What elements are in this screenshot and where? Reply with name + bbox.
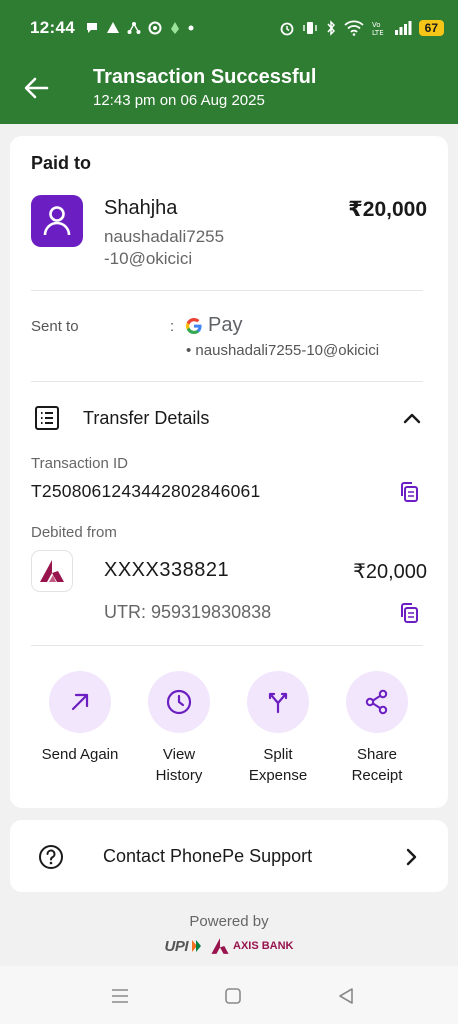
upi-arrow-icon [192, 940, 201, 952]
sent-to-label: Sent to [31, 318, 79, 335]
bluetooth-icon [327, 20, 335, 36]
arrow-up-right-icon [71, 693, 89, 711]
volte-icon: VoLTE [372, 21, 384, 36]
vibrate-icon [302, 22, 317, 34]
contact-support-label[interactable]: Contact PhonePe Support [103, 846, 312, 867]
utr-number: UTR: 959319830838 [104, 602, 272, 622]
help-circle-icon [39, 845, 63, 869]
copy-icon[interactable] [399, 481, 419, 503]
upi-logo: UPI [164, 938, 202, 955]
back-nav-icon[interactable] [336, 986, 356, 1006]
battery-icon: 67 [418, 20, 444, 36]
share-receipt-circle[interactable] [346, 671, 408, 733]
view-history-circle[interactable] [148, 671, 210, 733]
user-icon [43, 206, 71, 236]
axis-bank-text: AXIS BANK [233, 940, 294, 952]
split-expense-label: Split Expense [248, 746, 308, 784]
split-expense-circle[interactable] [247, 671, 309, 733]
send-again-label: Send Again [41, 746, 119, 763]
chat-icon [86, 23, 97, 33]
signal-icon [394, 21, 412, 35]
payee-name: Shahjha [104, 197, 178, 219]
copy-icon[interactable] [399, 602, 419, 624]
debit-account-number: XXXX338821 [104, 559, 230, 581]
share-receipt-label: Share Receipt [351, 746, 403, 784]
svg-text:Vo: Vo [372, 21, 381, 29]
view-history-label: View History [155, 746, 203, 784]
transfer-details-title[interactable]: Transfer Details [83, 408, 209, 429]
powered-by-label: Powered by [189, 913, 269, 930]
back-arrow-icon[interactable] [22, 74, 50, 102]
system-nav-bar [0, 966, 458, 1024]
chevron-up-icon[interactable] [402, 409, 422, 427]
view-history-button[interactable]: View History [129, 671, 229, 786]
share-receipt-button[interactable]: Share Receipt [327, 671, 427, 786]
gpay-logo: Pay [184, 314, 242, 337]
transaction-timestamp: 12:43 pm on 06 Aug 2025 [93, 92, 265, 109]
axis-bank-icon [211, 938, 229, 954]
clock-icon [166, 689, 192, 715]
divider [31, 290, 423, 291]
partner-logos: UPI AXIS BANK [0, 937, 458, 955]
send-again-circle[interactable] [49, 671, 111, 733]
split-icon [268, 692, 288, 714]
paid-to-heading: Paid to [31, 153, 92, 173]
divider [31, 381, 423, 382]
network-app-icon [127, 22, 141, 34]
chevron-right-icon[interactable] [404, 848, 418, 866]
split-expense-button[interactable]: Split Expense [228, 671, 328, 786]
home-icon[interactable] [223, 986, 243, 1006]
debited-from-label: Debited from [31, 524, 117, 541]
upi-logo-text: UPI [164, 937, 188, 955]
divider [31, 645, 423, 646]
send-again-button[interactable]: Send Again [30, 671, 130, 765]
sent-to-vpa: • naushadali7255-10@okicici [186, 342, 380, 359]
alarm-icon [280, 22, 294, 36]
vpn-icon [170, 22, 179, 34]
contact-support-row[interactable]: Contact PhonePe Support [10, 820, 448, 892]
transaction-card: Paid to Shahjha naushadali7255 -10@okici… [10, 136, 448, 808]
transaction-id-label: Transaction ID [31, 455, 128, 472]
transaction-id-value: T2508061243442802846061 [31, 481, 261, 501]
dot-icon [188, 25, 194, 31]
google-g-icon [185, 317, 202, 334]
system-icons: Vo LTE 67 [279, 20, 444, 36]
action-buttons: Send Again View History Split Expense Sh… [10, 671, 448, 791]
sync-icon [148, 21, 162, 35]
status-time: 12:44 [30, 18, 75, 37]
share-icon [365, 689, 388, 715]
gpay-text: Pay [208, 314, 243, 336]
svg-text:LTE: LTE [372, 29, 384, 36]
debit-amount: ₹20,000 [353, 561, 427, 583]
receipt-list-icon [35, 406, 59, 430]
status-bar: 12:44 Vo LTE 67 [0, 0, 458, 56]
axis-bank-logo [31, 550, 73, 592]
recents-menu-icon[interactable] [110, 986, 130, 1006]
payee-vpa: naushadali7255 -10@okicici [104, 227, 225, 268]
page-title: Transaction Successful [93, 66, 317, 88]
app-header: Transaction Successful 12:43 pm on 06 Au… [0, 56, 458, 124]
wifi-icon [344, 20, 364, 36]
notification-icons [85, 21, 194, 35]
signal-app-icon [106, 22, 119, 33]
paid-amount: ₹20,000 [348, 198, 427, 221]
axis-bank-footer-logo: AXIS BANK [210, 937, 294, 955]
sent-to-colon: : [170, 318, 175, 335]
payee-avatar [31, 195, 83, 247]
axis-bank-icon [40, 560, 64, 582]
